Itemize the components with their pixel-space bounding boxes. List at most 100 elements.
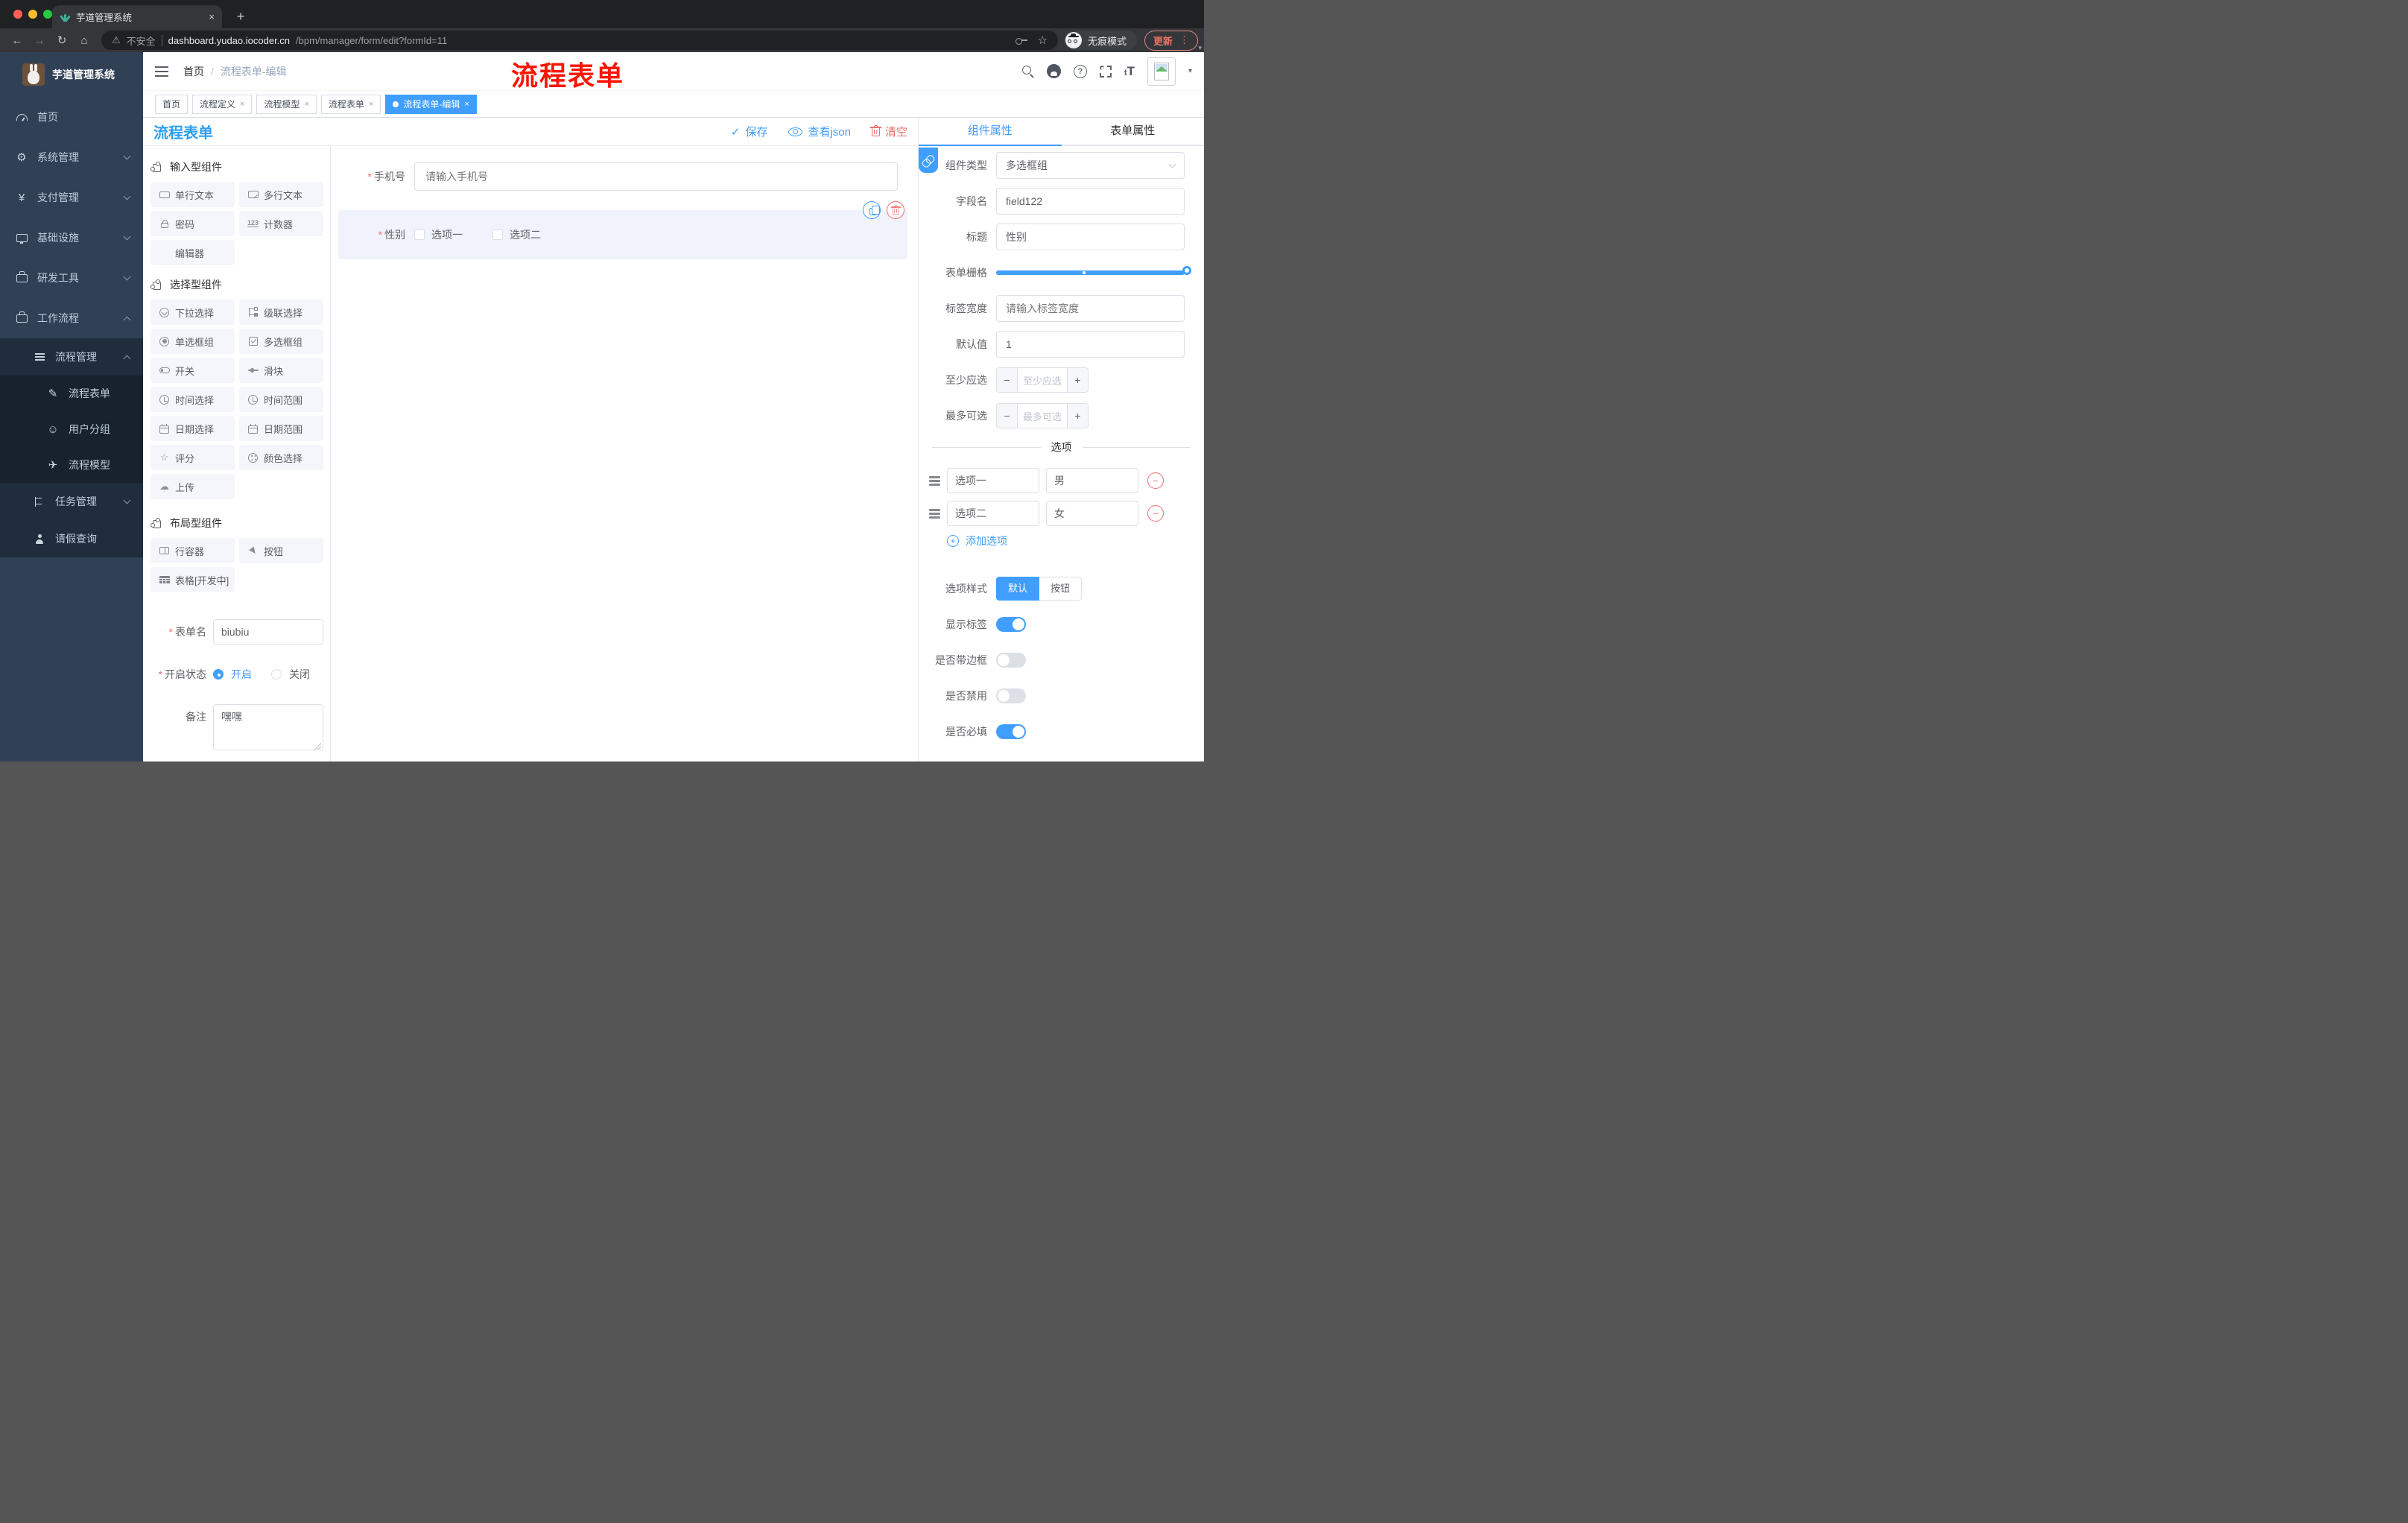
component-chip-color-picker[interactable]: 颜色选择 [239, 445, 323, 470]
bookmark-star-icon[interactable]: ☆ [1038, 34, 1048, 47]
component-chip-checkbox-group[interactable]: 多选框组 [239, 329, 323, 354]
component-chip-date-picker[interactable]: 日期选择 [150, 416, 235, 441]
tab-close-icon[interactable]: × [209, 11, 215, 22]
canvas-field-gender-selected[interactable]: * 性别 选项一 选项二 [338, 201, 907, 259]
plus-button[interactable]: + [1067, 404, 1088, 428]
drag-handle-icon[interactable] [929, 475, 940, 486]
disabled-toggle[interactable] [996, 688, 1026, 703]
close-icon[interactable]: × [240, 100, 244, 109]
component-chip-row-container[interactable]: 行容器 [150, 538, 235, 563]
window-minimize-button[interactable] [28, 10, 37, 19]
component-chip-table[interactable]: 表格[开发中] [150, 567, 235, 592]
show-label-toggle[interactable] [996, 617, 1026, 632]
clear-button[interactable]: 清空 [869, 124, 907, 139]
option2-value-input[interactable] [1046, 501, 1138, 526]
sidebar-item-leave-query[interactable]: 请假查询 [0, 520, 143, 557]
close-icon[interactable]: × [369, 100, 373, 109]
remove-option-button[interactable]: − [1147, 505, 1164, 522]
gender-checkbox-option2[interactable]: 选项二 [492, 227, 541, 242]
sidebar-item-home[interactable]: 首页 [0, 97, 143, 137]
help-icon[interactable]: ? [1073, 64, 1087, 78]
checkbox-icon[interactable] [414, 229, 425, 240]
tag-process-form[interactable]: 流程表单 × [320, 94, 381, 114]
default-value-input[interactable] [996, 331, 1185, 358]
component-chip-cascader[interactable]: 级联选择 [239, 300, 323, 325]
radio-status-off-label[interactable]: 关闭 [289, 662, 310, 687]
component-chip-counter[interactable]: 123 计数器 [239, 211, 323, 236]
window-close-button[interactable] [13, 10, 22, 19]
radio-status-on-label[interactable]: 开启 [231, 662, 252, 687]
checkbox-icon[interactable] [492, 229, 503, 240]
add-option-button[interactable]: + 添加选项 [947, 533, 1204, 548]
min-select-placeholder[interactable]: 至少应选 [1018, 368, 1067, 392]
field-name-input[interactable] [996, 188, 1185, 215]
breadcrumb-home[interactable]: 首页 [183, 64, 204, 79]
close-icon[interactable]: × [304, 100, 308, 109]
component-chip-slider[interactable]: 滑块 [239, 358, 323, 383]
option1-value-input[interactable] [1046, 468, 1138, 493]
component-chip-radio-group[interactable]: 单选框组 [150, 329, 235, 354]
sidebar-item-process-mgmt[interactable]: 流程管理 [0, 338, 143, 376]
tab-component-props[interactable]: 组件属性 [919, 118, 1062, 146]
minus-button[interactable]: − [997, 404, 1018, 428]
max-select-placeholder[interactable]: 最多可选 [1018, 404, 1067, 428]
browser-update-button[interactable]: 更新 ⋮ [1144, 30, 1198, 51]
radio-status-off[interactable] [271, 669, 282, 680]
new-tab-button[interactable]: + [231, 7, 250, 26]
sidebar-item-workflow[interactable]: 工作流程 [0, 298, 143, 338]
component-chip-date-range[interactable]: 日期范围 [239, 416, 323, 441]
title-input[interactable] [996, 224, 1185, 250]
option1-name-input[interactable] [947, 468, 1039, 493]
component-chip-editor[interactable]: 编辑器 [150, 240, 235, 265]
form-name-input[interactable] [213, 619, 323, 645]
tag-process-definition[interactable]: 流程定义 × [192, 94, 253, 114]
minus-button[interactable]: − [997, 368, 1018, 392]
component-chip-time-range[interactable]: 时间范围 [239, 387, 323, 412]
component-chip-single-text[interactable]: 单行文本 [150, 182, 235, 207]
sidebar-item-process-form[interactable]: ✎ 流程表单 [0, 376, 143, 411]
form-grid-slider[interactable] [996, 266, 1191, 275]
component-chip-dropdown[interactable]: 下拉选择 [150, 300, 235, 325]
min-select-stepper[interactable]: − 至少应选 + [996, 367, 1089, 393]
drag-handle-icon[interactable] [929, 508, 940, 519]
link-handle-tab[interactable] [919, 148, 938, 173]
home-icon[interactable]: ⌂ [73, 34, 95, 47]
avatar-caret-icon[interactable]: ▾ [1188, 67, 1192, 75]
component-chip-rate[interactable]: ☆ 评分 [150, 445, 235, 470]
tag-home[interactable]: 首页 [155, 94, 188, 114]
component-chip-multi-text[interactable]: 多行文本 [239, 182, 323, 207]
phone-input[interactable] [414, 162, 898, 191]
tag-process-form-edit[interactable]: 流程表单-编辑 × [385, 94, 477, 114]
radio-status-on[interactable] [213, 669, 224, 680]
style-button-button[interactable]: 按钮 [1039, 577, 1083, 601]
collapse-sidebar-icon[interactable] [155, 66, 168, 77]
component-chip-switch[interactable]: 开关 [150, 358, 235, 383]
sidebar-item-devtools[interactable]: 研发工具 [0, 258, 143, 298]
sidebar-item-infra[interactable]: 基础设施 [0, 218, 143, 258]
fullscreen-icon[interactable] [1099, 65, 1112, 77]
sidebar-item-process-model[interactable]: ✈ 流程模型 [0, 447, 143, 483]
sidebar-item-payment[interactable]: ¥ 支付管理 [0, 177, 143, 218]
widget-delete-button[interactable] [887, 201, 904, 219]
avatar[interactable] [1147, 57, 1176, 86]
component-type-select[interactable] [996, 152, 1185, 179]
component-chip-password[interactable]: 密码 [150, 211, 235, 236]
required-toggle[interactable] [996, 724, 1026, 739]
chrome-caret-icon[interactable]: ▾ [1198, 44, 1202, 52]
browser-menu-icon[interactable]: ⋮ [1179, 34, 1189, 46]
font-size-icon[interactable]: tT [1124, 64, 1135, 79]
label-width-input[interactable] [996, 295, 1185, 322]
widget-copy-button[interactable] [863, 201, 881, 219]
component-chip-time-picker[interactable]: 时间选择 [150, 387, 235, 412]
border-toggle[interactable] [996, 653, 1026, 668]
forward-icon[interactable]: → [28, 34, 51, 47]
password-key-icon[interactable] [1015, 37, 1027, 45]
reload-icon[interactable]: ↻ [51, 34, 73, 47]
window-zoom-button[interactable] [43, 10, 52, 19]
close-icon[interactable]: × [464, 100, 469, 109]
back-icon[interactable]: ← [6, 34, 28, 47]
option2-name-input[interactable] [947, 501, 1039, 526]
address-bar[interactable]: ⚠ 不安全 dashboard.yudao.iocoder.cn/bpm/man… [101, 31, 1058, 50]
component-chip-button[interactable]: 按钮 [239, 538, 323, 563]
view-json-button[interactable]: 查看json [788, 124, 851, 139]
